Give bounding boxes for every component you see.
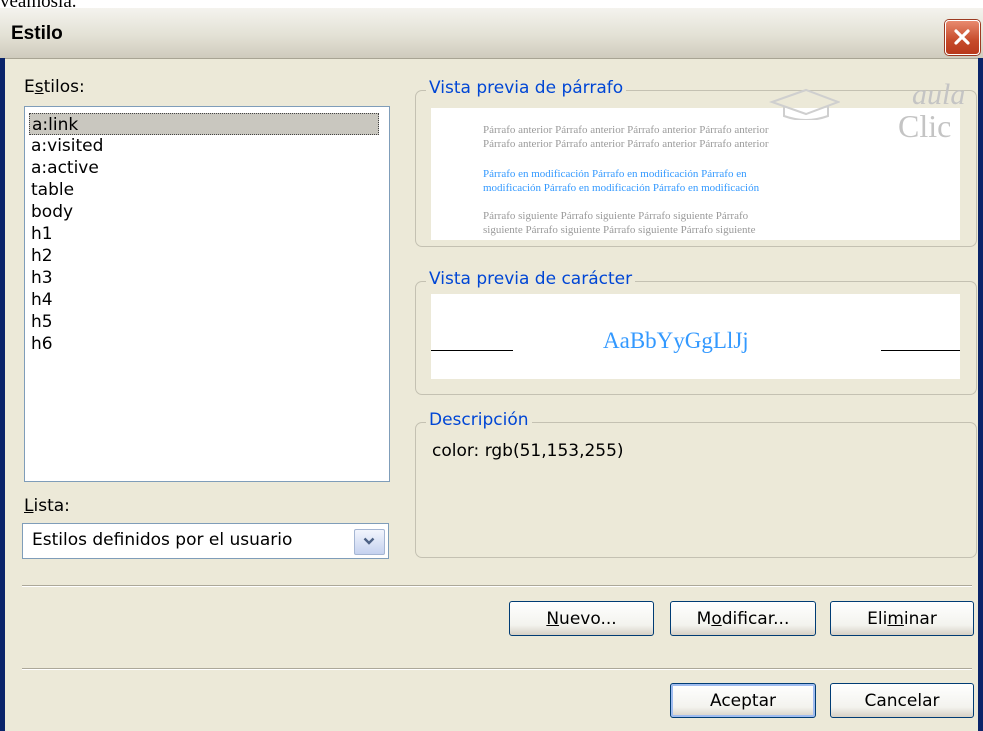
dropdown-button[interactable] — [354, 529, 385, 555]
list-item[interactable]: h4 — [31, 289, 53, 311]
watermark-logo-top: aula — [912, 78, 966, 111]
next-paragraph-line: siguiente Párrafo siguiente Párrafo sigu… — [483, 224, 756, 236]
list-item[interactable]: table — [31, 179, 74, 201]
accept-button[interactable]: Aceptar — [670, 683, 816, 718]
description-title: Descripción — [426, 410, 532, 430]
chevron-down-icon — [363, 537, 375, 545]
list-item[interactable]: a:link — [29, 113, 379, 135]
list-item[interactable]: body — [31, 201, 73, 223]
watermark-logo-bottom: Clic — [898, 108, 952, 144]
window-right-border — [978, 58, 983, 731]
list-select[interactable]: Estilos definidos por el usuario — [22, 523, 389, 559]
previous-paragraph-line: Párrafo anterior Párrafo anterior Párraf… — [483, 124, 769, 136]
list-item[interactable]: a:active — [31, 157, 99, 179]
list-select-value: Estilos definidos por el usuario — [32, 530, 293, 550]
next-paragraph-line: Párrafo siguiente Párrafo siguiente Párr… — [483, 210, 749, 222]
paragraph-preview-title: Vista previa de párrafo — [426, 78, 627, 98]
cancel-button[interactable]: Cancelar — [830, 683, 974, 718]
list-item[interactable]: h6 — [31, 333, 53, 355]
list-item[interactable]: h2 — [31, 245, 53, 267]
close-icon — [954, 29, 970, 45]
list-item[interactable]: h3 — [31, 267, 53, 289]
list-item[interactable]: h1 — [31, 223, 53, 245]
character-preview: AaBbYyGgLlJj — [431, 294, 960, 379]
current-paragraph-line: modificación Párrafo en modificación Pár… — [483, 182, 760, 194]
character-sample: AaBbYyGgLlJj — [603, 328, 749, 353]
delete-button[interactable]: Eli m inar — [830, 601, 974, 636]
modify-button[interactable]: Mo dificar... — [670, 601, 816, 636]
baseline-rule-left — [431, 350, 513, 351]
character-preview-title: Vista previa de carácter — [426, 269, 636, 289]
list-item[interactable]: h5 — [31, 311, 53, 333]
baseline-rule-right — [881, 350, 960, 351]
separator — [22, 668, 972, 670]
title-bar[interactable] — [0, 8, 983, 59]
paragraph-preview: Párrafo anterior Párrafo anterior Párraf… — [431, 108, 960, 240]
current-paragraph-line: Párrafo en modificación Párrafo en modif… — [483, 168, 747, 180]
styles-listbox[interactable]: a:link a:visited a:active table body h1 … — [24, 106, 390, 482]
previous-paragraph-line: Párrafo anterior Párrafo anterior Párraf… — [483, 138, 769, 150]
graduation-cap-icon — [768, 88, 840, 120]
dialog-title: Estilo — [11, 23, 63, 44]
list-item[interactable]: a:visited — [31, 135, 103, 157]
close-button[interactable] — [945, 20, 980, 55]
new-button[interactable]: Nuevo... — [509, 601, 654, 636]
separator — [22, 585, 972, 587]
styles-label: Estilos: — [24, 77, 85, 97]
description-text: color: rgb(51,153,255) — [432, 441, 624, 461]
list-label: Lista: — [24, 496, 70, 516]
window-left-border — [0, 58, 5, 731]
